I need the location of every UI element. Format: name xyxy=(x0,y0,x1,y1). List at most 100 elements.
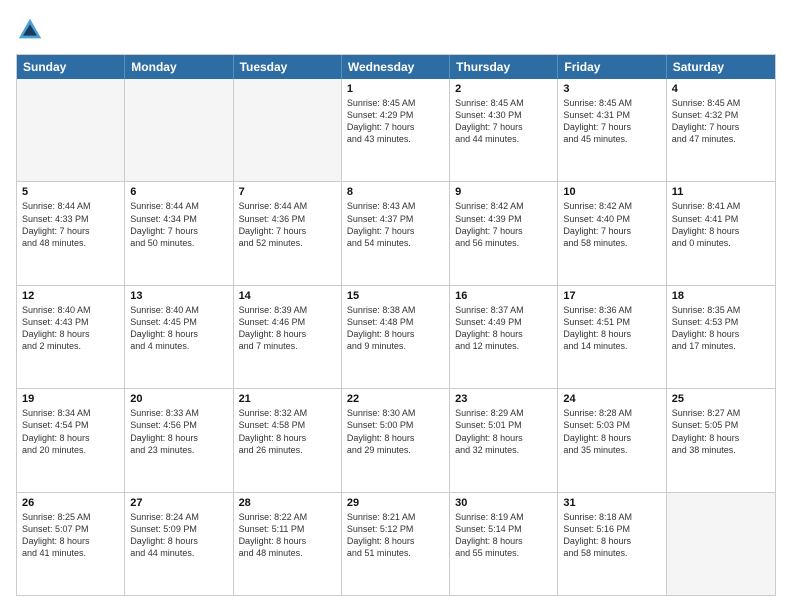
day-info: Sunrise: 8:37 AM Sunset: 4:49 PM Dayligh… xyxy=(455,304,552,353)
day-number: 20 xyxy=(130,393,227,405)
day-number: 30 xyxy=(455,497,552,509)
calendar-row-2: 12 Sunrise: 8:40 AM Sunset: 4:43 PM Dayli… xyxy=(17,285,775,388)
day-number: 9 xyxy=(455,186,552,198)
calendar-header: Sunday Monday Tuesday Wednesday Thursday… xyxy=(17,55,775,79)
day-number: 22 xyxy=(347,393,444,405)
header-monday: Monday xyxy=(125,55,233,79)
header-saturday: Saturday xyxy=(667,55,775,79)
logo xyxy=(16,16,48,44)
day-info: Sunrise: 8:38 AM Sunset: 4:48 PM Dayligh… xyxy=(347,304,444,353)
calendar-cell: 27Sunrise: 8:24 AM Sunset: 5:09 PM Dayli… xyxy=(125,493,233,595)
calendar-cell: 26Sunrise: 8:25 AM Sunset: 5:07 PM Dayli… xyxy=(17,493,125,595)
day-number: 27 xyxy=(130,497,227,509)
day-info: Sunrise: 8:27 AM Sunset: 5:05 PM Dayligh… xyxy=(672,407,770,456)
day-info: Sunrise: 8:39 AM Sunset: 4:46 PM Dayligh… xyxy=(239,304,336,353)
day-number: 7 xyxy=(239,186,336,198)
day-info: Sunrise: 8:21 AM Sunset: 5:12 PM Dayligh… xyxy=(347,511,444,560)
calendar-row-0: 1 Sunrise: 8:45 AM Sunset: 4:29 PM Daylig… xyxy=(17,79,775,181)
calendar-cell: 18Sunrise: 8:35 AM Sunset: 4:53 PM Dayli… xyxy=(667,286,775,388)
calendar-cell: 9 Sunrise: 8:42 AM Sunset: 4:39 PM Daylig… xyxy=(450,182,558,284)
day-info: Sunrise: 8:32 AM Sunset: 4:58 PM Dayligh… xyxy=(239,407,336,456)
day-number: 29 xyxy=(347,497,444,509)
calendar-cell: 30 Sunrise: 8:19 AM Sunset: 5:14 PM Dayli… xyxy=(450,493,558,595)
day-info: Sunrise: 8:33 AM Sunset: 4:56 PM Dayligh… xyxy=(130,407,227,456)
calendar-cell: 19Sunrise: 8:34 AM Sunset: 4:54 PM Dayli… xyxy=(17,389,125,491)
day-number: 8 xyxy=(347,186,444,198)
calendar-cell: 7 Sunrise: 8:44 AM Sunset: 4:36 PM Daylig… xyxy=(234,182,342,284)
day-number: 23 xyxy=(455,393,552,405)
day-number: 25 xyxy=(672,393,770,405)
day-info: Sunrise: 8:45 AM Sunset: 4:32 PM Dayligh… xyxy=(672,97,770,146)
day-number: 4 xyxy=(672,83,770,95)
calendar-cell xyxy=(234,79,342,181)
day-info: Sunrise: 8:45 AM Sunset: 4:31 PM Dayligh… xyxy=(563,97,660,146)
day-info: Sunrise: 8:30 AM Sunset: 5:00 PM Dayligh… xyxy=(347,407,444,456)
calendar-cell: 20 Sunrise: 8:33 AM Sunset: 4:56 PM Dayli… xyxy=(125,389,233,491)
day-info: Sunrise: 8:29 AM Sunset: 5:01 PM Dayligh… xyxy=(455,407,552,456)
header-tuesday: Tuesday xyxy=(234,55,342,79)
calendar-cell: 21 Sunrise: 8:32 AM Sunset: 4:58 PM Dayli… xyxy=(234,389,342,491)
day-info: Sunrise: 8:44 AM Sunset: 4:34 PM Dayligh… xyxy=(130,200,227,249)
calendar-cell: 22 Sunrise: 8:30 AM Sunset: 5:00 PM Dayli… xyxy=(342,389,450,491)
calendar-cell: 5 Sunrise: 8:44 AM Sunset: 4:33 PM Daylig… xyxy=(17,182,125,284)
calendar-cell: 4 Sunrise: 8:45 AM Sunset: 4:32 PM Daylig… xyxy=(667,79,775,181)
calendar-cell: 2Sunrise: 8:45 AM Sunset: 4:30 PM Daylig… xyxy=(450,79,558,181)
day-number: 13 xyxy=(130,290,227,302)
calendar-cell: 24Sunrise: 8:28 AM Sunset: 5:03 PM Dayli… xyxy=(558,389,666,491)
calendar: Sunday Monday Tuesday Wednesday Thursday… xyxy=(16,54,776,596)
day-info: Sunrise: 8:36 AM Sunset: 4:51 PM Dayligh… xyxy=(563,304,660,353)
day-number: 15 xyxy=(347,290,444,302)
calendar-cell: 29 Sunrise: 8:21 AM Sunset: 5:12 PM Dayli… xyxy=(342,493,450,595)
calendar-cell xyxy=(667,493,775,595)
header-sunday: Sunday xyxy=(17,55,125,79)
day-info: Sunrise: 8:41 AM Sunset: 4:41 PM Dayligh… xyxy=(672,200,770,249)
calendar-cell: 13Sunrise: 8:40 AM Sunset: 4:45 PM Dayli… xyxy=(125,286,233,388)
day-number: 14 xyxy=(239,290,336,302)
day-number: 19 xyxy=(22,393,119,405)
calendar-cell xyxy=(125,79,233,181)
day-info: Sunrise: 8:35 AM Sunset: 4:53 PM Dayligh… xyxy=(672,304,770,353)
day-number: 21 xyxy=(239,393,336,405)
calendar-cell: 17 Sunrise: 8:36 AM Sunset: 4:51 PM Dayli… xyxy=(558,286,666,388)
day-info: Sunrise: 8:44 AM Sunset: 4:36 PM Dayligh… xyxy=(239,200,336,249)
calendar-cell: 3Sunrise: 8:45 AM Sunset: 4:31 PM Daylig… xyxy=(558,79,666,181)
calendar-cell: 25 Sunrise: 8:27 AM Sunset: 5:05 PM Dayli… xyxy=(667,389,775,491)
calendar-row-3: 19Sunrise: 8:34 AM Sunset: 4:54 PM Dayli… xyxy=(17,388,775,491)
day-number: 28 xyxy=(239,497,336,509)
calendar-row-4: 26Sunrise: 8:25 AM Sunset: 5:07 PM Dayli… xyxy=(17,492,775,595)
day-info: Sunrise: 8:28 AM Sunset: 5:03 PM Dayligh… xyxy=(563,407,660,456)
calendar-cell: 10Sunrise: 8:42 AM Sunset: 4:40 PM Dayli… xyxy=(558,182,666,284)
calendar-cell: 28 Sunrise: 8:22 AM Sunset: 5:11 PM Dayli… xyxy=(234,493,342,595)
calendar-body: 1 Sunrise: 8:45 AM Sunset: 4:29 PM Daylig… xyxy=(17,79,775,595)
day-number: 16 xyxy=(455,290,552,302)
calendar-cell: 31Sunrise: 8:18 AM Sunset: 5:16 PM Dayli… xyxy=(558,493,666,595)
calendar-cell: 8Sunrise: 8:43 AM Sunset: 4:37 PM Daylig… xyxy=(342,182,450,284)
day-info: Sunrise: 8:42 AM Sunset: 4:40 PM Dayligh… xyxy=(563,200,660,249)
day-number: 12 xyxy=(22,290,119,302)
logo-icon xyxy=(16,16,44,44)
day-number: 1 xyxy=(347,83,444,95)
day-info: Sunrise: 8:40 AM Sunset: 4:43 PM Dayligh… xyxy=(22,304,119,353)
day-info: Sunrise: 8:22 AM Sunset: 5:11 PM Dayligh… xyxy=(239,511,336,560)
day-info: Sunrise: 8:18 AM Sunset: 5:16 PM Dayligh… xyxy=(563,511,660,560)
calendar-cell: 16 Sunrise: 8:37 AM Sunset: 4:49 PM Dayli… xyxy=(450,286,558,388)
calendar-cell: 11Sunrise: 8:41 AM Sunset: 4:41 PM Dayli… xyxy=(667,182,775,284)
day-info: Sunrise: 8:44 AM Sunset: 4:33 PM Dayligh… xyxy=(22,200,119,249)
calendar-cell: 23 Sunrise: 8:29 AM Sunset: 5:01 PM Dayli… xyxy=(450,389,558,491)
day-number: 26 xyxy=(22,497,119,509)
page: Sunday Monday Tuesday Wednesday Thursday… xyxy=(0,0,792,612)
day-number: 17 xyxy=(563,290,660,302)
calendar-cell: 12 Sunrise: 8:40 AM Sunset: 4:43 PM Dayli… xyxy=(17,286,125,388)
day-info: Sunrise: 8:19 AM Sunset: 5:14 PM Dayligh… xyxy=(455,511,552,560)
day-info: Sunrise: 8:45 AM Sunset: 4:29 PM Dayligh… xyxy=(347,97,444,146)
header-thursday: Thursday xyxy=(450,55,558,79)
day-number: 5 xyxy=(22,186,119,198)
calendar-cell xyxy=(17,79,125,181)
header xyxy=(16,16,776,44)
calendar-row-1: 5 Sunrise: 8:44 AM Sunset: 4:33 PM Daylig… xyxy=(17,181,775,284)
day-info: Sunrise: 8:42 AM Sunset: 4:39 PM Dayligh… xyxy=(455,200,552,249)
calendar-cell: 15 Sunrise: 8:38 AM Sunset: 4:48 PM Dayli… xyxy=(342,286,450,388)
header-wednesday: Wednesday xyxy=(342,55,450,79)
header-friday: Friday xyxy=(558,55,666,79)
day-info: Sunrise: 8:45 AM Sunset: 4:30 PM Dayligh… xyxy=(455,97,552,146)
